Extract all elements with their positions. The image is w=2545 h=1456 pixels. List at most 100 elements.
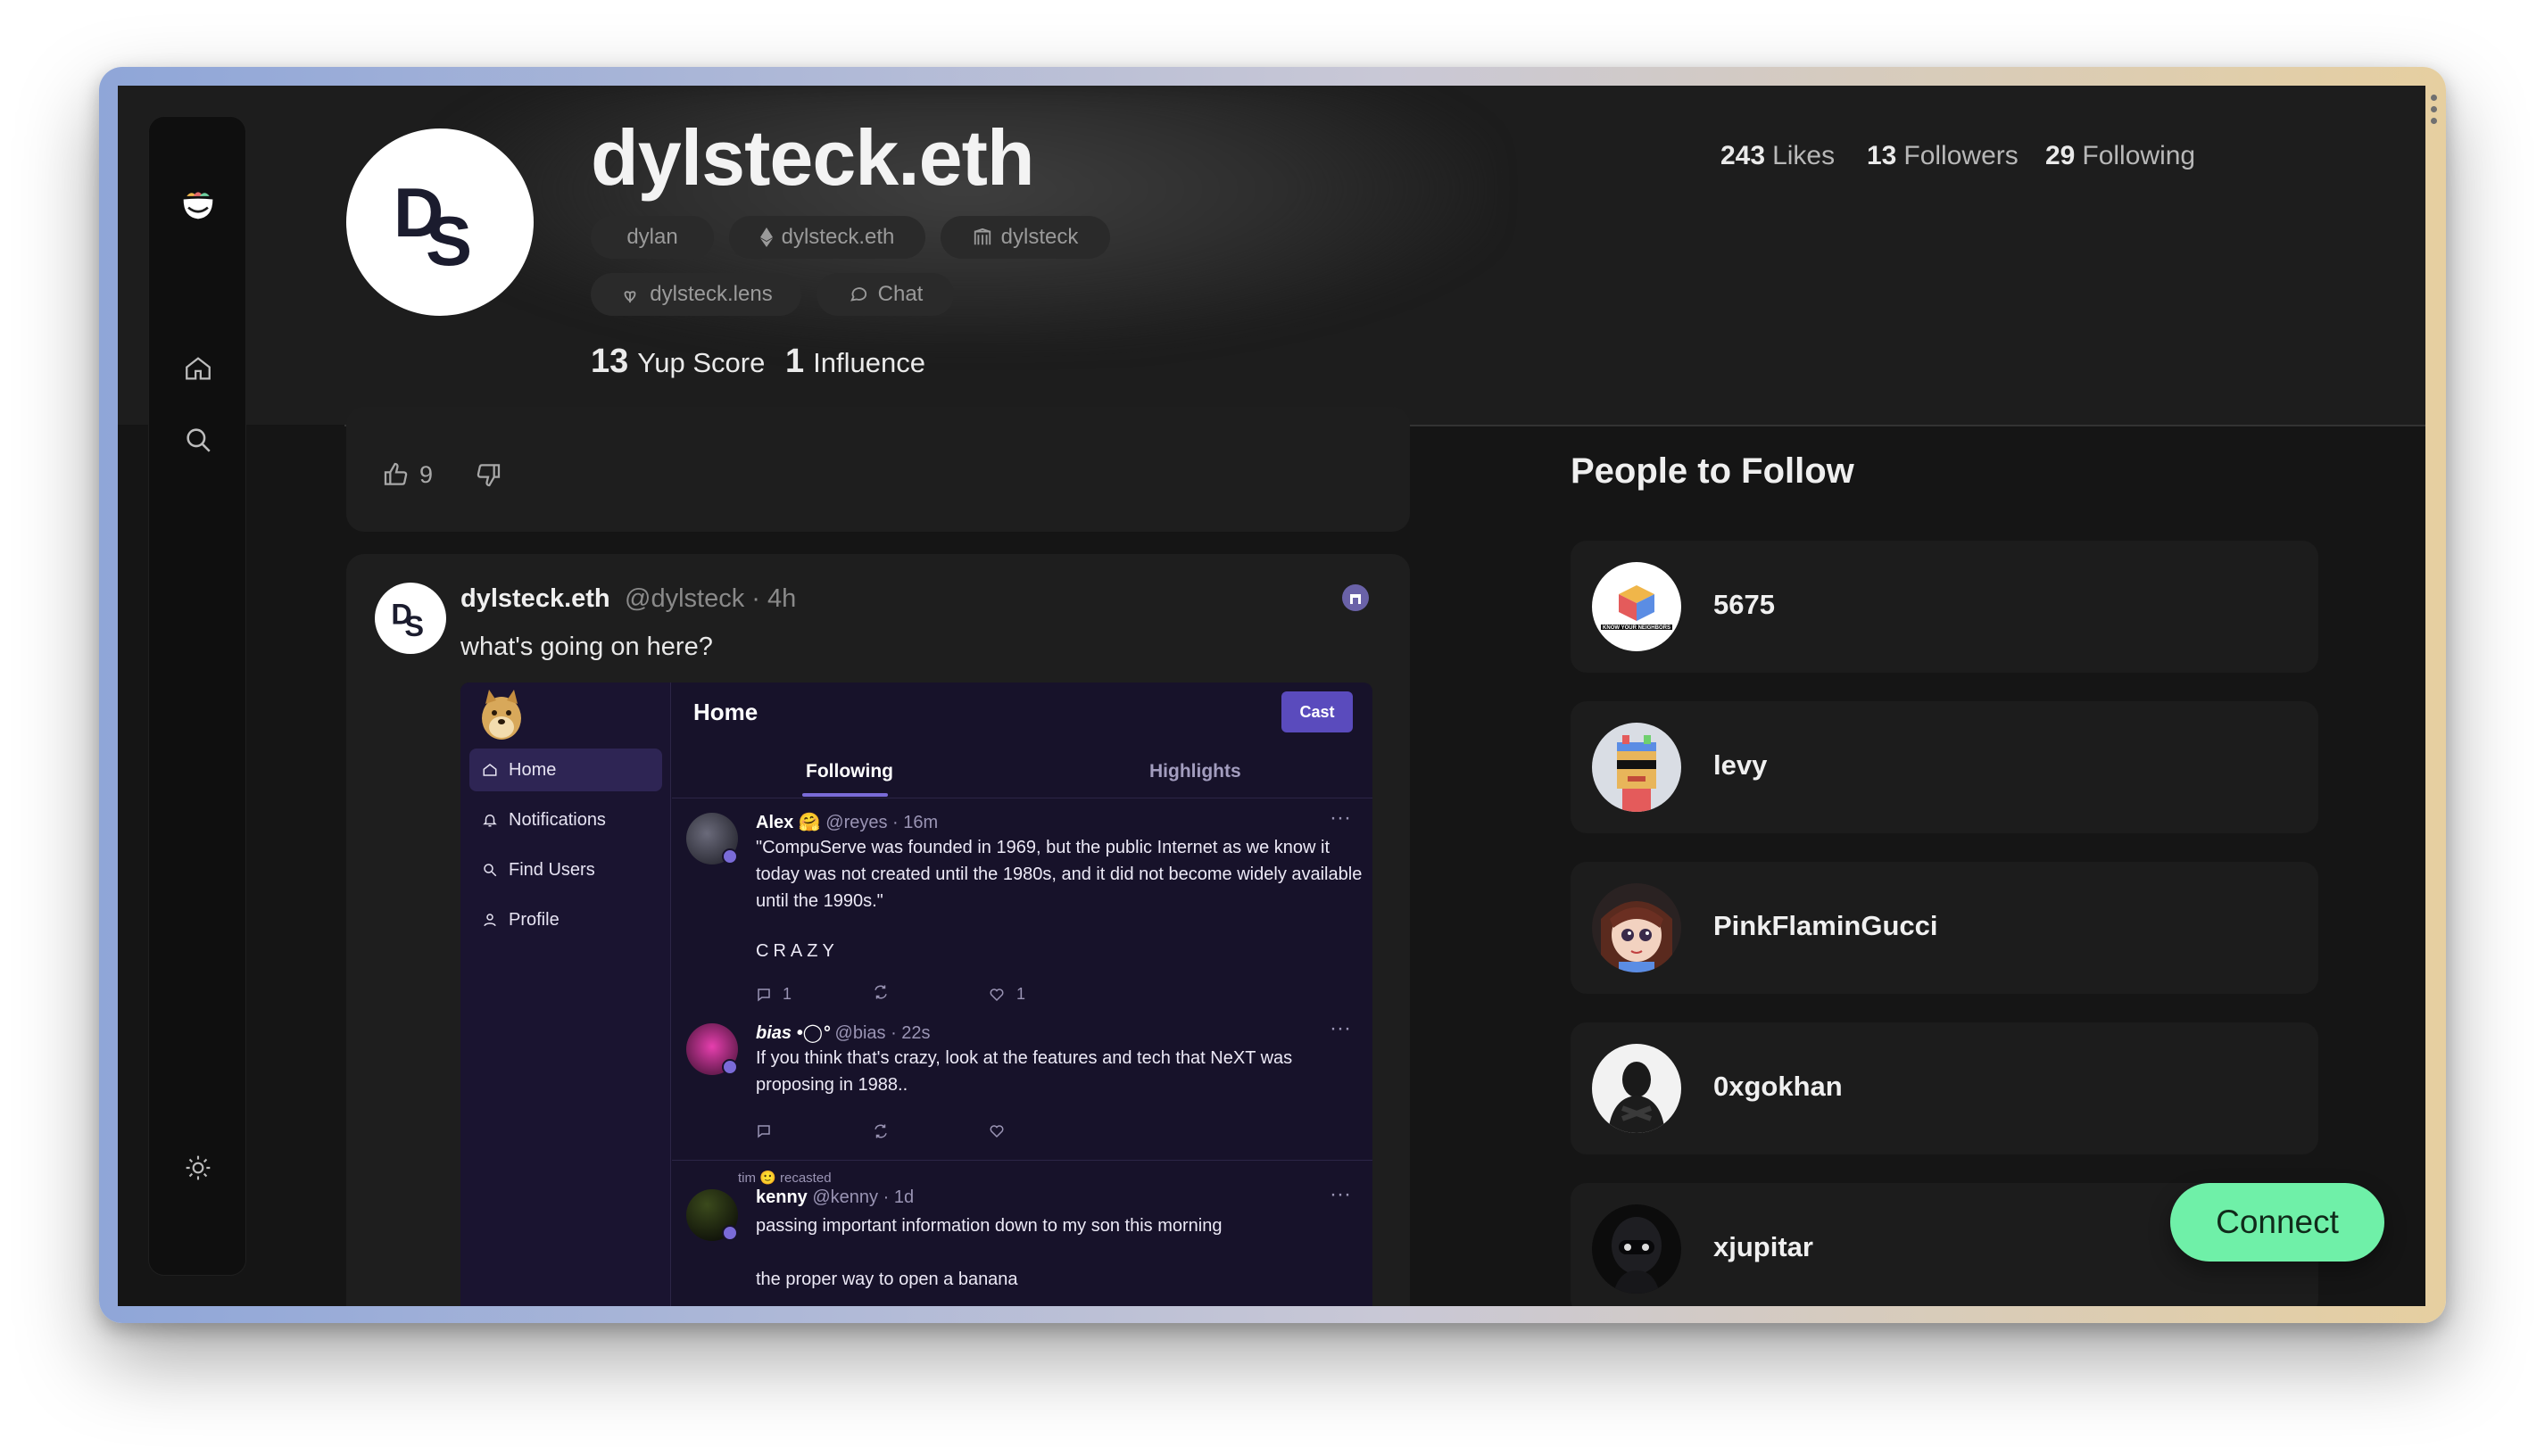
reaction-row: 9 [382, 460, 502, 489]
follow-suggestion[interactable]: KNOW YOUR NEIGHBORS 5675 [1571, 541, 2318, 673]
nav-label: Profile [509, 909, 560, 930]
like-action[interactable] [988, 1123, 1104, 1144]
tag-pill-ens[interactable]: dylsteck.eth [729, 216, 925, 259]
cast-author[interactable]: Alex 🤗 [756, 813, 821, 832]
person-name[interactable]: 0xgokhan [1713, 1071, 1843, 1103]
likes-stat[interactable]: 243 Likes [1720, 141, 1835, 171]
connect-button[interactable]: Connect [2170, 1183, 2384, 1262]
window-menu-icon[interactable] [2431, 95, 2438, 129]
more-icon[interactable]: ··· [1330, 1016, 1351, 1041]
yup-logo-icon[interactable] [180, 186, 216, 222]
avatar[interactable] [1592, 1044, 1681, 1133]
doge-avatar-icon [477, 688, 526, 741]
person-name[interactable]: xjupitar [1713, 1231, 1813, 1263]
recast-action[interactable] [872, 1123, 988, 1144]
reply-icon [758, 1125, 770, 1138]
nav-label: Home [509, 759, 557, 780]
embedded-nav-notifications[interactable]: Notifications [469, 798, 662, 841]
embedded-nav-find-users[interactable]: Find Users [469, 848, 662, 891]
embedded-nav-profile[interactable]: Profile [469, 898, 662, 941]
tag-pill-lens[interactable]: dylsteck.lens [591, 273, 801, 316]
likes-value: 243 [1720, 141, 1766, 170]
influence-value: 1 [785, 343, 805, 380]
embedded-cast[interactable]: tim 🙂 recasted kenny @kenny · 1d ··· pas… [672, 1161, 1372, 1306]
home-icon [483, 764, 497, 776]
post-embedded-image[interactable]: Home Notifications Find Users Profile Ho… [460, 682, 1372, 1306]
farcaster-icon[interactable] [1342, 584, 1369, 611]
cast-header: bias •◯° @bias · 22s [756, 1022, 931, 1044]
tag-pill-building[interactable]: dylsteck [941, 216, 1110, 259]
more-icon[interactable]: ··· [1330, 1182, 1351, 1207]
following-value: 29 [2045, 141, 2076, 170]
cast-button[interactable]: Cast [1281, 691, 1353, 732]
recast-action[interactable] [872, 984, 988, 1005]
tab-following[interactable]: Following [806, 761, 893, 782]
embedded-cast[interactable]: bias •◯° @bias · 22s ··· If you think th… [672, 1016, 1372, 1161]
cast-body-extra: CRAZY [756, 941, 839, 961]
nav-label: Find Users [509, 859, 595, 880]
followers-stat[interactable]: 13 Followers [1867, 141, 2019, 171]
avatar[interactable] [1592, 723, 1681, 812]
following-label: Following [2082, 141, 2196, 170]
embedded-cast[interactable]: Alex 🤗 @reyes · 16m ··· "CompuServe was … [672, 798, 1372, 1018]
svg-text:S: S [426, 202, 472, 276]
heart-icon [990, 988, 1004, 1001]
reply-count: 1 [783, 985, 792, 1003]
recast-label: tim 🙂 recasted [738, 1171, 832, 1186]
embedded-main: Home Cast Following Highlights Alex 🤗 @r… [672, 682, 1372, 1306]
following-stat[interactable]: 29 Following [2045, 141, 2195, 171]
post-author-name[interactable]: dylsteck.eth [460, 584, 610, 614]
eth-icon [759, 228, 773, 247]
tag-label: Chat [877, 282, 924, 306]
recast-icon [875, 985, 887, 999]
cast-handle: @kenny · 1d [812, 1187, 915, 1207]
search-icon[interactable] [180, 422, 216, 458]
theme-toggle-icon[interactable] [180, 1150, 216, 1186]
followers-value: 13 [1867, 141, 1897, 170]
influence-score: 1 Influence [785, 343, 925, 381]
reply-icon [758, 988, 770, 1002]
cast-body: If you think that's crazy, look at the f… [756, 1048, 1293, 1095]
person-name[interactable]: 5675 [1713, 589, 1775, 621]
tag-label: dylan [626, 225, 678, 249]
like-count: 1 [1016, 985, 1026, 1003]
post-meta: @dylsteck · 4h [625, 584, 797, 613]
reply-action[interactable] [756, 1123, 872, 1144]
thumbs-up-icon[interactable] [382, 460, 410, 489]
follow-suggestion[interactable]: levy [1571, 701, 2318, 833]
person-name[interactable]: PinkFlaminGucci [1713, 910, 1938, 942]
cast-handle: @bias · 22s [834, 1023, 931, 1043]
tab-highlights[interactable]: Highlights [1149, 761, 1241, 782]
more-icon[interactable]: ··· [1330, 806, 1351, 831]
avatar[interactable]: KNOW YOUR NEIGHBORS [1592, 562, 1681, 651]
tag-label: dylsteck [1000, 225, 1079, 249]
cast-author[interactable]: kenny [756, 1187, 808, 1207]
people-to-follow-title: People to Follow [1571, 451, 1854, 491]
avatar[interactable] [1592, 1204, 1681, 1294]
tag-pill-name[interactable]: dylan [591, 216, 714, 259]
search-icon [484, 864, 497, 877]
embedded-nav-home[interactable]: Home [469, 749, 662, 791]
embedded-sidebar: Home Notifications Find Users Profile [460, 682, 671, 1306]
home-icon[interactable] [180, 351, 216, 386]
profile-avatar: D S [346, 128, 534, 316]
thumbs-down-icon[interactable] [474, 460, 502, 489]
post-author-avatar[interactable]: D S [375, 583, 446, 654]
reply-action[interactable]: 1 [756, 984, 872, 1005]
cast-author[interactable]: bias •◯° [756, 1023, 830, 1043]
like-action[interactable]: 1 [988, 984, 1104, 1005]
ds-logo-icon: D S [394, 173, 472, 276]
likes-count: 9 [419, 460, 434, 488]
post-card[interactable]: D S dylsteck.eth @dylsteck · 4h what's g… [346, 554, 1410, 1306]
chat-button[interactable]: Chat [817, 273, 954, 316]
person-name[interactable]: levy [1713, 749, 1767, 782]
verified-badge-icon [722, 1059, 738, 1075]
cast-body: "CompuServe was founded in 1969, but the… [756, 838, 1363, 911]
follow-suggestion[interactable]: 0xgokhan [1571, 1022, 2318, 1154]
cast-actions: 1 1 [756, 984, 1104, 1005]
cast-body-extra: the proper way to open a banana [756, 1270, 1018, 1289]
yup-score-label: Yup Score [637, 347, 766, 378]
follow-suggestion[interactable]: PinkFlaminGucci [1571, 862, 2318, 994]
avatar[interactable] [1592, 883, 1681, 972]
cast-actions [756, 1123, 1104, 1144]
